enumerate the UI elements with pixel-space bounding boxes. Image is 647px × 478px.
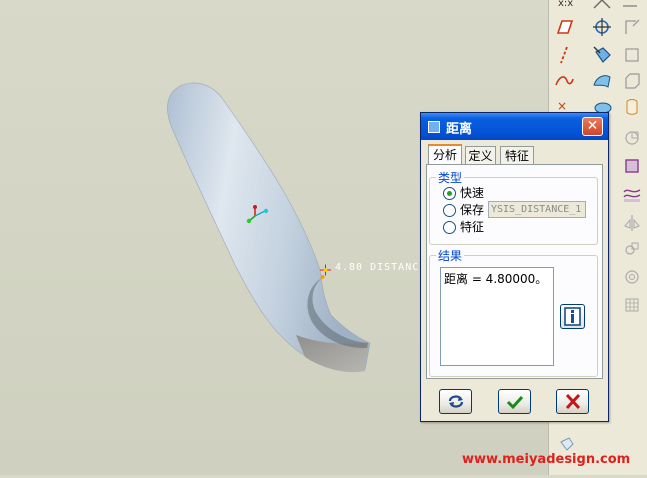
datum-curve-icon[interactable] — [553, 70, 575, 92]
pattern-tool-icon[interactable] — [621, 238, 643, 260]
repeat-button[interactable] — [439, 389, 472, 414]
shell-tool-icon[interactable] — [621, 126, 643, 148]
dialog-window-icon — [428, 121, 440, 133]
rectangle-tool-icon[interactable] — [621, 155, 643, 177]
result-text-area[interactable]: 距离 = 4.80000。 — [440, 267, 554, 366]
cancel-x-icon — [565, 393, 580, 410]
check-icon — [506, 395, 523, 410]
close-button[interactable]: ✕ — [582, 117, 603, 136]
measure-point-marker — [320, 264, 331, 279]
datum-plane-tool-icon[interactable] — [591, 0, 613, 16]
distance-annotation: 4.80 DISTANCE — [335, 262, 427, 273]
datum-axis-icon[interactable] — [553, 44, 575, 66]
wave-surface-icon[interactable] — [621, 183, 643, 205]
tab-analysis[interactable]: 分析 — [428, 144, 462, 165]
round-tool-icon[interactable] — [621, 266, 643, 288]
repeat-icon — [448, 395, 463, 408]
svg-text:×: × — [557, 99, 567, 113]
box-tool-icon[interactable] — [621, 44, 643, 66]
info-button[interactable] — [560, 304, 585, 329]
dialog-title-bar[interactable]: 距离 ✕ — [421, 113, 608, 140]
site-watermark: www.meiyadesign.com — [462, 452, 631, 467]
cylinder-tool-icon[interactable] — [621, 96, 643, 118]
tab-definition[interactable]: 定义 — [465, 146, 496, 164]
datum-points-icon[interactable]: x:x — [555, 0, 577, 14]
analysis-name-field[interactable]: YSIS_DISTANCE_1 — [488, 201, 586, 218]
radio-quick-label: 快速 — [460, 186, 485, 200]
insert-plane-icon[interactable] — [591, 44, 613, 66]
ok-button[interactable] — [498, 389, 531, 414]
info-icon — [564, 307, 581, 326]
radio-quick-button[interactable] — [443, 187, 456, 200]
datum-plane-icon[interactable] — [553, 16, 575, 38]
radio-feature-label: 特征 — [460, 220, 485, 234]
surface-tool-icon[interactable] — [591, 70, 613, 92]
sketch-tool-icon[interactable] — [621, 16, 643, 38]
grid-tool-icon[interactable] — [621, 294, 643, 316]
radio-save-button[interactable] — [443, 204, 456, 217]
tab-feature[interactable]: 特征 — [500, 146, 534, 164]
corner-tool-icon[interactable] — [619, 0, 641, 16]
cancel-button[interactable] — [556, 389, 589, 414]
extrude-box-icon[interactable] — [621, 70, 643, 92]
datum-csys-icon[interactable] — [591, 16, 613, 38]
radio-save-label: 保存 — [460, 203, 485, 217]
result-group-legend: 结果 — [438, 249, 463, 263]
radio-feature-button[interactable] — [443, 221, 456, 234]
dialog-title: 距离 — [446, 122, 473, 137]
distance-dialog: 距离 ✕ 分析 定义 特征 类型 快速 保存 特征 YSIS_DISTANCE_… — [420, 112, 609, 422]
svg-text:x:x: x:x — [558, 0, 573, 9]
mirror-tool-icon[interactable] — [621, 212, 643, 234]
type-group-legend: 类型 — [438, 171, 463, 185]
